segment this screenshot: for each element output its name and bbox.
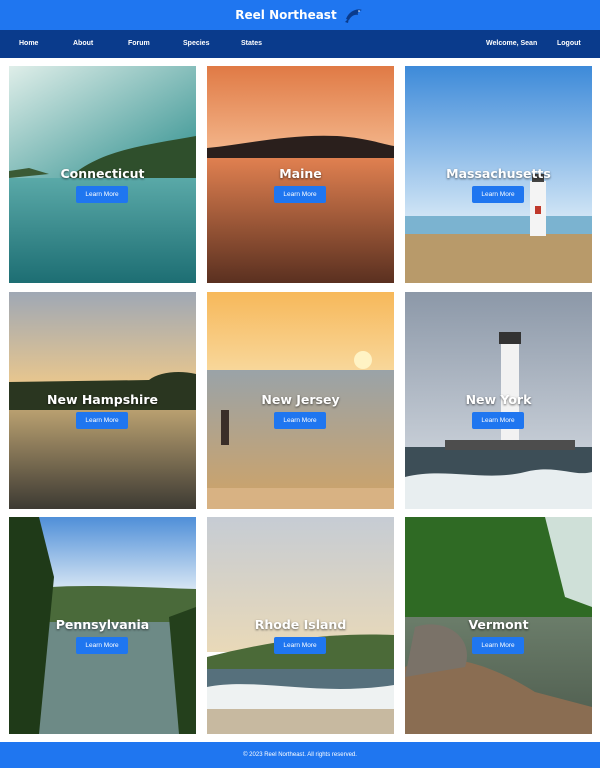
fish-icon [344,9,362,23]
learn-more-button[interactable]: Learn More [472,186,524,203]
site-footer: © 2023 Reel Northeast. All rights reserv… [0,742,600,768]
state-card-massachusetts[interactable]: Massachusetts Learn More [405,66,592,283]
learn-more-button[interactable]: Learn More [274,412,326,429]
learn-more-button[interactable]: Learn More [472,412,524,429]
learn-more-button[interactable]: Learn More [76,186,128,203]
learn-more-button[interactable]: Learn More [76,412,128,429]
state-card-pennsylvania[interactable]: Pennsylvania Learn More [9,517,196,734]
card-title: Massachusetts [446,166,551,181]
nav-species[interactable]: Species [183,40,209,47]
card-title: Rhode Island [254,617,347,632]
site-header: Reel Northeast [0,0,600,30]
state-card-new-hampshire[interactable]: New Hampshire Learn More [9,292,196,509]
card-title: Connecticut [60,166,145,181]
nav-forum[interactable]: Forum [128,40,150,47]
learn-more-button[interactable]: Learn More [76,637,128,654]
card-title: Pennsylvania [55,617,150,632]
card-title: New Hampshire [47,392,158,407]
learn-more-button[interactable]: Learn More [274,186,326,203]
brand[interactable]: Reel Northeast [235,5,364,25]
site-title: Reel Northeast [235,8,337,22]
copyright-text: © 2023 Reel Northeast. All rights reserv… [243,752,357,758]
card-title: Vermont [468,617,529,632]
main-nav: Home About Forum Species States Welcome,… [0,30,600,58]
nav-states[interactable]: States [241,40,262,47]
state-card-new-jersey[interactable]: New Jersey Learn More [207,292,394,509]
state-card-vermont[interactable]: Vermont Learn More [405,517,592,734]
logout-link[interactable]: Logout [557,40,581,47]
card-title: New York [465,392,532,407]
nav-home[interactable]: Home [19,40,38,47]
learn-more-button[interactable]: Learn More [472,637,524,654]
state-card-connecticut[interactable]: Connecticut Learn More [9,66,196,283]
state-card-maine[interactable]: Maine Learn More [207,66,394,283]
state-card-new-york[interactable]: New York Learn More [405,292,592,509]
welcome-text: Welcome, Sean [486,40,538,47]
card-title: Maine [279,166,322,181]
nav-about[interactable]: About [73,40,93,47]
card-title: New Jersey [261,392,340,407]
state-card-rhode-island[interactable]: Rhode Island Learn More [207,517,394,734]
learn-more-button[interactable]: Learn More [274,637,326,654]
